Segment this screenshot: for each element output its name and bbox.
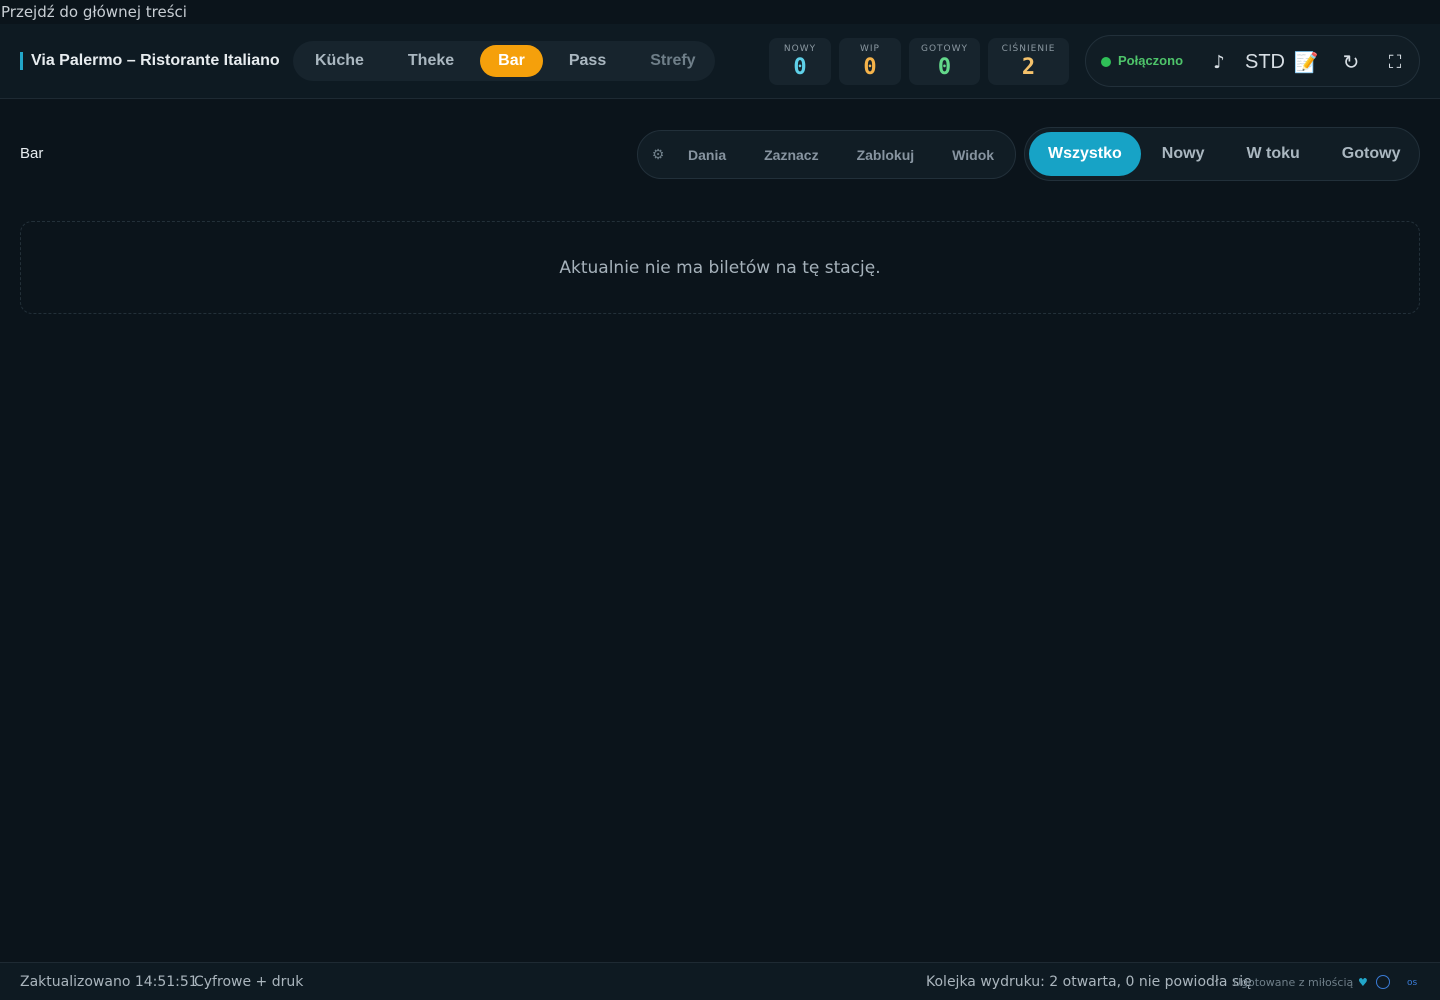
filter-new[interactable]: Nowy <box>1141 132 1226 176</box>
status-filters: Wszystko Nowy W toku Gotowy <box>1024 127 1420 181</box>
fullscreen-icon[interactable]: ⛶ <box>1382 48 1408 76</box>
top-header: Via Palermo – Ristorante Italiano Küche … <box>0 24 1440 99</box>
restaurant-name: Via Palermo – Ristorante Italiano <box>20 52 280 70</box>
gear-icon[interactable]: ⚙ <box>640 147 676 163</box>
loading-ring-icon <box>1376 975 1390 989</box>
station-tabs: Küche Theke Bar Pass Strefy <box>293 41 715 81</box>
tab-bar[interactable]: Bar <box>480 45 543 77</box>
toolbar: ⚙ Dania Zaznacz Zablokuj Widok <box>637 130 1016 179</box>
stat-ready-label: GOTOWY <box>920 44 969 54</box>
mode-toggle-button[interactable]: STD <box>1242 48 1288 76</box>
notes-icon[interactable]: 📝 <box>1292 48 1320 76</box>
os-label: os <box>1407 978 1418 988</box>
tool-select[interactable]: Zaznacz <box>745 147 837 163</box>
stat-ready: GOTOWY 0 <box>909 38 980 85</box>
page-title: Bar <box>20 145 44 162</box>
last-updated: Zaktualizowano 14:51:51 <box>20 974 198 990</box>
sound-icon[interactable]: ♪ <box>1208 48 1230 76</box>
stat-pressure: CIŚNIENIE 2 <box>988 38 1069 85</box>
stat-ready-value: 0 <box>937 55 952 80</box>
refresh-icon[interactable]: ↻ <box>1338 48 1364 76</box>
status-footer: Zaktualizowano 14:51:51 Cyfrowe + druk K… <box>0 962 1440 1000</box>
stat-wip-value: 0 <box>863 55 877 80</box>
tool-view[interactable]: Widok <box>933 147 1013 163</box>
output-mode: Cyfrowe + druk <box>194 974 304 990</box>
tab-strefy[interactable]: Strefy <box>628 45 713 77</box>
filter-ready[interactable]: Gotowy <box>1321 132 1422 176</box>
tool-block[interactable]: Zablokuj <box>838 147 934 163</box>
stat-wip: WIP 0 <box>839 38 901 85</box>
tab-theke[interactable]: Theke <box>386 45 480 77</box>
credit-text: Ugotowane z miłością <box>1233 976 1354 989</box>
tool-dishes[interactable]: Dania <box>676 147 745 163</box>
print-queue-status: Kolejka wydruku: 2 otwarta, 0 nie powiod… <box>926 974 1252 990</box>
filter-all[interactable]: Wszystko <box>1029 132 1141 176</box>
stat-new-value: 0 <box>793 55 807 80</box>
stat-pressure-label: CIŚNIENIE <box>1001 44 1056 54</box>
empty-tickets-message: Aktualnie nie ma biletów na tę stację. <box>20 221 1420 314</box>
stat-new-label: NOWY <box>783 44 817 54</box>
connection-status-label: Połączono <box>1118 53 1184 68</box>
connection-controls: Połączono ♪ STD 📝 ↻ ⛶ <box>1085 35 1420 87</box>
stat-new: NOWY 0 <box>769 38 831 85</box>
filter-in-progress[interactable]: W toku <box>1225 132 1320 176</box>
tab-kuche[interactable]: Küche <box>297 45 386 77</box>
skip-to-content-link[interactable]: Przejdź do głównej treści <box>0 0 187 24</box>
heart-icon: ♥ <box>1358 976 1368 989</box>
tab-pass[interactable]: Pass <box>543 45 628 77</box>
stat-pressure-value: 2 <box>1021 55 1036 80</box>
empty-message-text: Aktualnie nie ma biletów na tę stację. <box>559 257 881 278</box>
connection-status-dot <box>1101 57 1111 67</box>
stat-wip-label: WIP <box>860 44 880 54</box>
